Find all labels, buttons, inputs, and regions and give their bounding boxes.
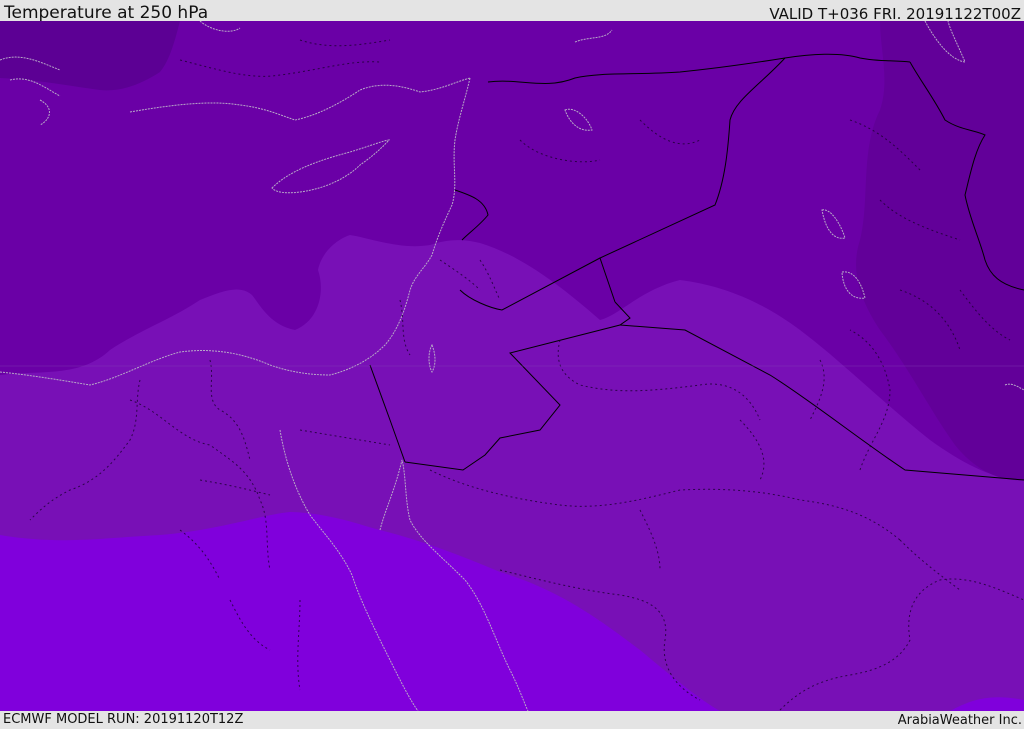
model-run: ECMWF MODEL RUN: 20191120T12Z <box>3 712 244 727</box>
temperature-map[interactable] <box>0 21 1024 711</box>
footer-bar: ECMWF MODEL RUN: 20191120T12Z ArabiaWeat… <box>0 711 1024 729</box>
credit-text: ArabiaWeather Inc. <box>897 713 1022 728</box>
header-bar: Temperature at 250 hPa VALID T+036 FRI. … <box>0 0 1024 23</box>
map-title: Temperature at 250 hPa <box>4 3 209 23</box>
